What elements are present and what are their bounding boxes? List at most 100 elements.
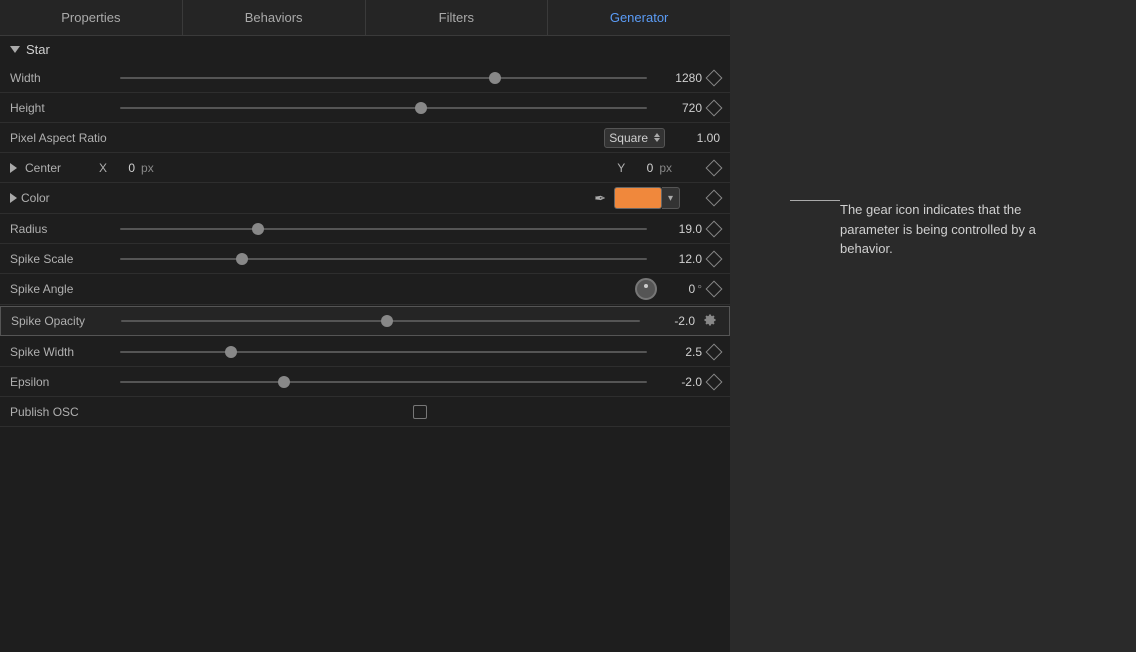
section-title: Star	[26, 42, 50, 57]
color-chevron-icon: ▾	[668, 193, 673, 204]
spike-angle-dial[interactable]	[635, 278, 657, 300]
spike-opacity-label: Spike Opacity	[11, 314, 121, 328]
center-x-value[interactable]: 0	[115, 161, 135, 175]
height-slider[interactable]	[120, 107, 647, 109]
spike-width-label: Spike Width	[10, 345, 120, 359]
spike-scale-slider-track	[120, 258, 647, 260]
par-arrow-up-icon	[654, 133, 660, 137]
center-y-unit: px	[659, 161, 672, 175]
epsilon-label: Epsilon	[10, 375, 120, 389]
publish-osc-checkbox[interactable]	[413, 405, 427, 419]
radius-keyframe-diamond[interactable]	[706, 220, 723, 237]
star-section-header[interactable]: Star	[0, 36, 730, 63]
epsilon-slider-track	[120, 381, 647, 383]
center-y-value[interactable]: 0	[633, 161, 653, 175]
radius-row: Radius 19.0	[0, 214, 730, 244]
tab-behaviors[interactable]: Behaviors	[183, 0, 366, 35]
spike-opacity-slider[interactable]	[121, 320, 640, 322]
gear-icon-container[interactable]	[701, 312, 719, 330]
width-label: Width	[10, 71, 120, 85]
par-arrow-down-icon	[654, 138, 660, 142]
radius-slider[interactable]	[120, 228, 647, 230]
spike-opacity-slider-track	[121, 320, 640, 322]
callout-text: The gear icon indicates that the paramet…	[840, 200, 1040, 259]
width-keyframe-diamond[interactable]	[706, 69, 723, 86]
center-y-label: Y	[617, 161, 625, 175]
height-value[interactable]: 720	[647, 101, 702, 115]
color-swatch-group[interactable]: ▾	[614, 187, 680, 209]
spike-angle-row: Spike Angle 0°	[0, 274, 730, 305]
spike-scale-row: Spike Scale 12.0	[0, 244, 730, 274]
spike-opacity-value[interactable]: -2.0	[640, 314, 695, 328]
width-slider[interactable]	[120, 77, 647, 79]
spike-width-value[interactable]: 2.5	[647, 345, 702, 359]
callout-area: The gear icon indicates that the paramet…	[730, 0, 1136, 652]
spike-opacity-slider-thumb[interactable]	[381, 315, 393, 327]
color-expand-icon[interactable]	[10, 193, 17, 203]
height-row: Height 720	[0, 93, 730, 123]
center-label: Center	[25, 161, 95, 175]
tab-bar: Properties Behaviors Filters Generator	[0, 0, 730, 36]
width-value[interactable]: 1280	[647, 71, 702, 85]
spike-scale-keyframe-diamond[interactable]	[706, 250, 723, 267]
height-keyframe-diamond[interactable]	[706, 99, 723, 116]
spike-width-slider-thumb[interactable]	[225, 346, 237, 358]
radius-label: Radius	[10, 222, 120, 236]
pixel-aspect-ratio-dropdown[interactable]: Square	[604, 128, 665, 148]
radius-slider-track	[120, 228, 647, 230]
publish-osc-row: Publish OSC	[0, 397, 730, 427]
par-stepper[interactable]	[654, 133, 660, 142]
height-slider-track	[120, 107, 647, 109]
epsilon-value[interactable]: -2.0	[647, 375, 702, 389]
center-keyframe-diamond[interactable]	[706, 159, 723, 176]
eyedropper-icon[interactable]: ✒	[594, 190, 606, 207]
spike-angle-keyframe-diamond[interactable]	[706, 281, 723, 298]
spike-opacity-row: Spike Opacity -2.0	[0, 306, 730, 336]
publish-osc-label: Publish OSC	[10, 405, 120, 419]
center-x-label: X	[99, 161, 107, 175]
properties-content: Star Width 1280 Height 720	[0, 36, 730, 652]
color-dropdown-button[interactable]: ▾	[662, 187, 680, 209]
epsilon-slider[interactable]	[120, 381, 647, 383]
pixel-aspect-ratio-value[interactable]: 1.00	[665, 131, 720, 145]
tab-generator[interactable]: Generator	[548, 0, 730, 35]
epsilon-row: Epsilon -2.0	[0, 367, 730, 397]
center-x-unit: px	[141, 161, 154, 175]
width-slider-track	[120, 77, 647, 79]
spike-scale-slider-thumb[interactable]	[236, 253, 248, 265]
tab-filters[interactable]: Filters	[366, 0, 549, 35]
color-label: Color	[21, 191, 91, 205]
spike-width-slider[interactable]	[120, 351, 647, 353]
radius-slider-thumb[interactable]	[252, 223, 264, 235]
tab-properties[interactable]: Properties	[0, 0, 183, 35]
center-expand-icon[interactable]	[10, 163, 17, 173]
publish-osc-checkbox-area	[120, 405, 720, 419]
gear-icon	[702, 313, 718, 329]
height-slider-thumb[interactable]	[415, 102, 427, 114]
spike-width-row: Spike Width 2.5	[0, 337, 730, 367]
collapse-triangle-icon	[10, 46, 20, 53]
epsilon-slider-thumb[interactable]	[278, 376, 290, 388]
color-keyframe-diamond[interactable]	[706, 190, 723, 207]
callout-horizontal-line	[790, 200, 840, 201]
spike-angle-dial-indicator	[644, 284, 648, 288]
spike-width-keyframe-diamond[interactable]	[706, 343, 723, 360]
spike-angle-slider-area	[120, 278, 657, 300]
color-swatch[interactable]	[614, 187, 662, 209]
width-slider-thumb[interactable]	[489, 72, 501, 84]
pixel-aspect-ratio-row: Pixel Aspect Ratio Square 1.00	[0, 123, 730, 153]
spike-width-slider-track	[120, 351, 647, 353]
spike-scale-value[interactable]: 12.0	[647, 252, 702, 266]
spike-angle-label: Spike Angle	[10, 282, 120, 296]
radius-value[interactable]: 19.0	[647, 222, 702, 236]
callout-line-graphic	[790, 200, 840, 201]
pixel-aspect-ratio-label: Pixel Aspect Ratio	[10, 131, 120, 145]
callout-group: The gear icon indicates that the paramet…	[790, 200, 1040, 259]
width-row: Width 1280	[0, 63, 730, 93]
spike-scale-slider[interactable]	[120, 258, 647, 260]
spike-scale-label: Spike Scale	[10, 252, 120, 266]
height-label: Height	[10, 101, 120, 115]
color-row: Color ✒ ▾	[0, 183, 730, 214]
spike-angle-value[interactable]: 0°	[657, 282, 702, 296]
epsilon-keyframe-diamond[interactable]	[706, 373, 723, 390]
